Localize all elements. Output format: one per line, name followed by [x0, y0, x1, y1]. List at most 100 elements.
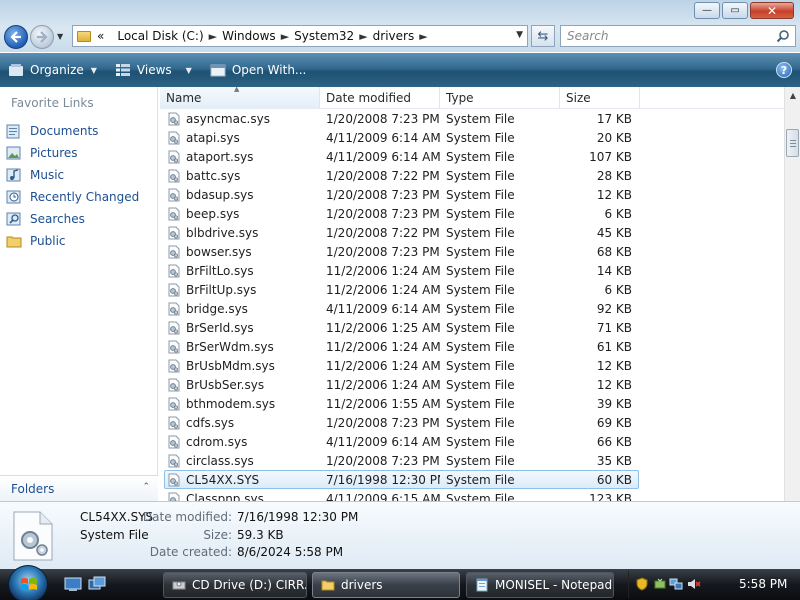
address-bar[interactable]: « Local Disk (C:) ► Windows ► System32 ►… [72, 25, 528, 47]
search-input[interactable] [567, 29, 767, 43]
file-name-cell[interactable]: BrFiltLo.sys [164, 264, 320, 278]
system-file-icon [168, 169, 180, 182]
breadcrumb-separator[interactable]: ► [209, 30, 217, 43]
show-desktop-icon[interactable] [64, 576, 82, 592]
file-row[interactable]: bridge.sys 4/11/2009 6:14 AM System File 92… [164, 299, 780, 318]
maximize-button[interactable]: ▭ [722, 2, 748, 19]
taskbar-button-cd-drive[interactable]: CD Drive (D:) CIRR... [163, 572, 307, 598]
address-dropdown-icon[interactable]: ▼ [516, 30, 523, 40]
breadcrumb-separator[interactable]: ► [419, 30, 427, 43]
favorite-link-searches[interactable]: Searches [6, 208, 139, 230]
file-date-cell: 4/11/2009 6:14 AM [326, 301, 440, 316]
network-icon[interactable] [669, 577, 683, 591]
breadcrumb-windows[interactable]: Windows [222, 29, 276, 43]
breadcrumb-local-disk[interactable]: Local Disk (C:) [117, 29, 203, 43]
file-row[interactable]: cdfs.sys 1/20/2008 7:23 PM System File 69 K… [164, 413, 780, 432]
minimize-button[interactable]: — [694, 2, 720, 19]
refresh-button[interactable]: ⇆ [531, 25, 555, 47]
scrollbar-thumb[interactable] [786, 129, 799, 157]
breadcrumb-drivers[interactable]: drivers [373, 29, 415, 43]
favorite-link-documents[interactable]: Documents [6, 120, 139, 142]
scroll-up-arrow-icon[interactable]: ▲ [785, 87, 800, 103]
file-row[interactable]: ataport.sys 4/11/2009 6:14 AM System File 1… [164, 147, 780, 166]
file-name-cell[interactable]: ataport.sys [164, 150, 320, 164]
security-shield-icon[interactable] [635, 577, 649, 591]
file-name-cell[interactable]: blbdrive.sys [164, 226, 320, 240]
file-name-cell[interactable]: beep.sys [164, 207, 320, 221]
favorite-link-public[interactable]: Public [6, 230, 139, 252]
column-header-date-modified[interactable]: Date modified [320, 87, 440, 109]
file-row[interactable]: circlass.sys 1/20/2008 7:23 PM System File… [164, 451, 780, 470]
start-button[interactable] [8, 565, 48, 600]
file-row[interactable]: battc.sys 1/20/2008 7:22 PM System File 28 … [164, 166, 780, 185]
taskbar-clock[interactable]: 5:58 PM [739, 577, 787, 591]
file-name-text: BrFiltUp.sys [186, 282, 257, 297]
address-overflow[interactable]: « [97, 29, 104, 43]
file-row[interactable]: beep.sys 1/20/2008 7:23 PM System File 6 KB [164, 204, 780, 223]
file-type-cell: System File [446, 206, 515, 221]
file-name-cell[interactable]: asyncmac.sys [164, 112, 320, 126]
file-name-cell[interactable]: atapi.sys [164, 131, 320, 145]
organize-button[interactable]: Organize ▼ [8, 63, 97, 77]
file-row[interactable]: bthmodem.sys 11/2/2006 1:55 AM System File… [164, 394, 780, 413]
system-file-icon [168, 264, 180, 277]
file-row[interactable]: atapi.sys 4/11/2009 6:14 AM System File 20 … [164, 128, 780, 147]
file-row[interactable]: BrFiltUp.sys 11/2/2006 1:24 AM System File… [164, 280, 780, 299]
file-row[interactable]: BrUsbMdm.sys 11/2/2006 1:24 AM System File… [164, 356, 780, 375]
switch-windows-icon[interactable] [88, 576, 106, 592]
file-name-text: blbdrive.sys [186, 225, 259, 240]
vertical-scrollbar[interactable]: ▲ [784, 87, 800, 501]
volume-muted-icon[interactable] [687, 577, 701, 591]
favorite-link-music[interactable]: Music [6, 164, 139, 186]
file-row[interactable]: bdasup.sys 1/20/2008 7:23 PM System File 12… [164, 185, 780, 204]
taskbar-button-notepad[interactable]: MONISEL - Notepad [466, 572, 614, 598]
file-name-cell[interactable]: cdfs.sys [164, 416, 320, 430]
file-row[interactable]: CL54XX.SYS 7/16/1998 12:30 PM System File 6… [164, 470, 780, 489]
forward-button[interactable] [30, 25, 54, 49]
search-box[interactable] [560, 25, 796, 47]
file-row[interactable]: bowser.sys 1/20/2008 7:23 PM System File 68… [164, 242, 780, 261]
file-name-cell[interactable]: BrSerWdm.sys [164, 340, 320, 354]
file-name-cell[interactable]: BrFiltUp.sys [164, 283, 320, 297]
breadcrumb-system32[interactable]: System32 [294, 29, 354, 43]
close-button[interactable]: ✕ [750, 2, 794, 19]
file-size-cell: 45 KB [596, 225, 632, 240]
file-row[interactable]: cdrom.sys 4/11/2009 6:14 AM System File 66 … [164, 432, 780, 451]
column-header-size[interactable]: Size [560, 87, 640, 109]
folders-toggle[interactable]: Folders ⌃ [0, 475, 158, 501]
file-row[interactable]: BrUsbSer.sys 11/2/2006 1:24 AM System File… [164, 375, 780, 394]
taskbar-button-drivers[interactable]: drivers [312, 572, 460, 598]
favorite-link-pictures[interactable]: Pictures [6, 142, 139, 164]
search-icon[interactable] [776, 29, 790, 43]
file-row[interactable]: BrSerId.sys 11/2/2006 1:25 AM System File 7… [164, 318, 780, 337]
file-name-cell[interactable]: BrSerId.sys [164, 321, 320, 335]
recent-pages-dropdown[interactable]: ▼ [57, 32, 63, 41]
views-button[interactable]: Views ▼ [115, 63, 192, 77]
file-name-cell[interactable]: bthmodem.sys [164, 397, 320, 411]
column-header-type[interactable]: Type [440, 87, 560, 109]
breadcrumb-separator[interactable]: ► [359, 30, 367, 43]
file-name-cell[interactable]: circlass.sys [164, 454, 320, 468]
file-row[interactable]: asyncmac.sys 1/20/2008 7:23 PM System File… [164, 109, 780, 128]
breadcrumb-separator[interactable]: ► [281, 30, 289, 43]
open-with-button[interactable]: Open With... [210, 63, 306, 77]
file-name-cell[interactable]: CL54XX.SYS [164, 473, 320, 487]
file-row[interactable]: Classpnp.sys 4/11/2009 6:15 AM System File… [164, 489, 780, 501]
column-header-name[interactable]: ▲ Name [160, 87, 320, 109]
favorite-link-recently-changed[interactable]: Recently Changed [6, 186, 139, 208]
file-row[interactable]: BrSerWdm.sys 11/2/2006 1:24 AM System File… [164, 337, 780, 356]
notification-area: 5:58 PM [628, 571, 800, 598]
safely-remove-hardware-icon[interactable] [653, 577, 667, 591]
file-name-cell[interactable]: cdrom.sys [164, 435, 320, 449]
file-name-cell[interactable]: bowser.sys [164, 245, 320, 259]
file-name-cell[interactable]: BrUsbMdm.sys [164, 359, 320, 373]
file-row[interactable]: BrFiltLo.sys 11/2/2006 1:24 AM System File… [164, 261, 780, 280]
file-name-cell[interactable]: battc.sys [164, 169, 320, 183]
file-name-cell[interactable]: bdasup.sys [164, 188, 320, 202]
file-name-cell[interactable]: BrUsbSer.sys [164, 378, 320, 392]
file-name-cell[interactable]: Classpnp.sys [164, 492, 320, 501]
file-name-cell[interactable]: bridge.sys [164, 302, 320, 316]
file-row[interactable]: blbdrive.sys 1/20/2008 7:22 PM System File… [164, 223, 780, 242]
back-button[interactable] [4, 25, 28, 49]
help-button[interactable]: ? [776, 62, 792, 78]
